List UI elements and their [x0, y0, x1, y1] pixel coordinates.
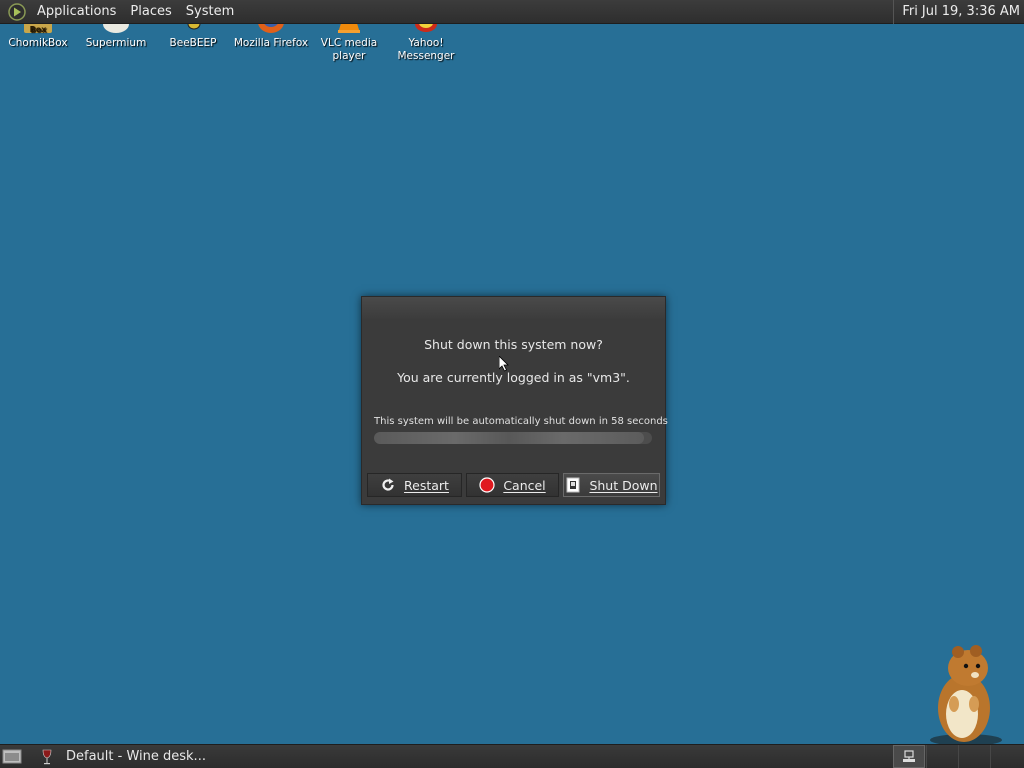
clock[interactable]: Fri Jul 19, 3:36 AM	[893, 0, 1020, 24]
desktop-icon-label: Mozilla Firefox	[233, 37, 309, 49]
menu-logo-icon[interactable]	[8, 2, 26, 21]
vlc-icon	[338, 24, 360, 33]
shutdown-dialog: Shut down this system now? You are curre…	[361, 296, 668, 505]
cancel-label: Cancel	[503, 477, 546, 493]
logged-in-text: You are currently logged in as "vm3".	[397, 370, 630, 385]
yahoo-messenger-icon	[415, 24, 437, 32]
menu-system[interactable]: System	[179, 0, 241, 24]
wine-glass-icon	[42, 749, 52, 764]
workspace-switcher-active[interactable]	[893, 745, 925, 768]
desktop-icon-label: VLC media player	[320, 37, 378, 62]
taskbar-item-wine-desktop[interactable]: Default - Wine desk...	[34, 745, 206, 768]
desktop-icon-supermium[interactable]: Supermium	[77, 24, 155, 50]
restart-button[interactable]: Restart	[367, 473, 462, 497]
mouse-cursor-icon	[499, 356, 509, 372]
progress-fill	[374, 432, 644, 444]
firefox-icon	[258, 24, 284, 33]
supermium-icon	[103, 24, 129, 33]
show-desktop-icon[interactable]	[2, 748, 22, 764]
restart-label: Restart	[404, 477, 449, 493]
dialog-question: Shut down this system now?	[424, 337, 603, 352]
bottom-panel: Default - Wine desk...	[0, 744, 1024, 768]
chomikbox-icon: Box	[24, 24, 52, 34]
taskbar-item-label: Default - Wine desk...	[66, 749, 206, 764]
cancel-button[interactable]: Cancel	[466, 473, 559, 497]
cancel-icon	[479, 477, 495, 493]
countdown-text: This system will be automatically shut d…	[374, 416, 668, 427]
countdown-progress	[374, 432, 652, 444]
desktop-icon-label: ChomikBox	[8, 37, 68, 49]
dialog-button-row: Restart Cancel Shut Down	[367, 473, 660, 497]
network-icon	[903, 749, 915, 762]
shutdown-icon	[565, 477, 581, 493]
hamster-pet-icon[interactable]	[918, 642, 1018, 746]
svg-text:Box: Box	[30, 25, 48, 34]
desktop-icon-label: Supermium	[85, 37, 147, 49]
workspace-3[interactable]	[958, 745, 990, 768]
restart-icon	[380, 477, 396, 493]
shutdown-button[interactable]: Shut Down	[563, 473, 660, 497]
menu-applications[interactable]: Applications	[30, 0, 123, 24]
workspace-2[interactable]	[926, 745, 958, 768]
desktop-icon-chomikbox[interactable]: Box ChomikBox	[0, 24, 77, 50]
shutdown-label: Shut Down	[589, 477, 658, 493]
top-panel: Applications Places System Fri Jul 19, 3…	[0, 0, 1024, 24]
menu-places[interactable]: Places	[123, 0, 178, 24]
desktop-icon-label: Yahoo! Messenger	[397, 37, 455, 62]
dialog-titlebar[interactable]	[362, 297, 665, 319]
desktop-icon-yahoo-messenger[interactable]: Yahoo! Messenger	[387, 24, 465, 63]
desktop-icon-label: BeeBEEP	[169, 37, 217, 49]
desktop-icon-firefox[interactable]: Mozilla Firefox	[232, 24, 310, 50]
desktop-icon-beebeep[interactable]: BeeBEEP	[154, 24, 232, 50]
desktop-icon-vlc[interactable]: VLC media player	[310, 24, 388, 63]
beebeep-icon	[187, 24, 201, 30]
workspace-4[interactable]	[990, 745, 1022, 768]
